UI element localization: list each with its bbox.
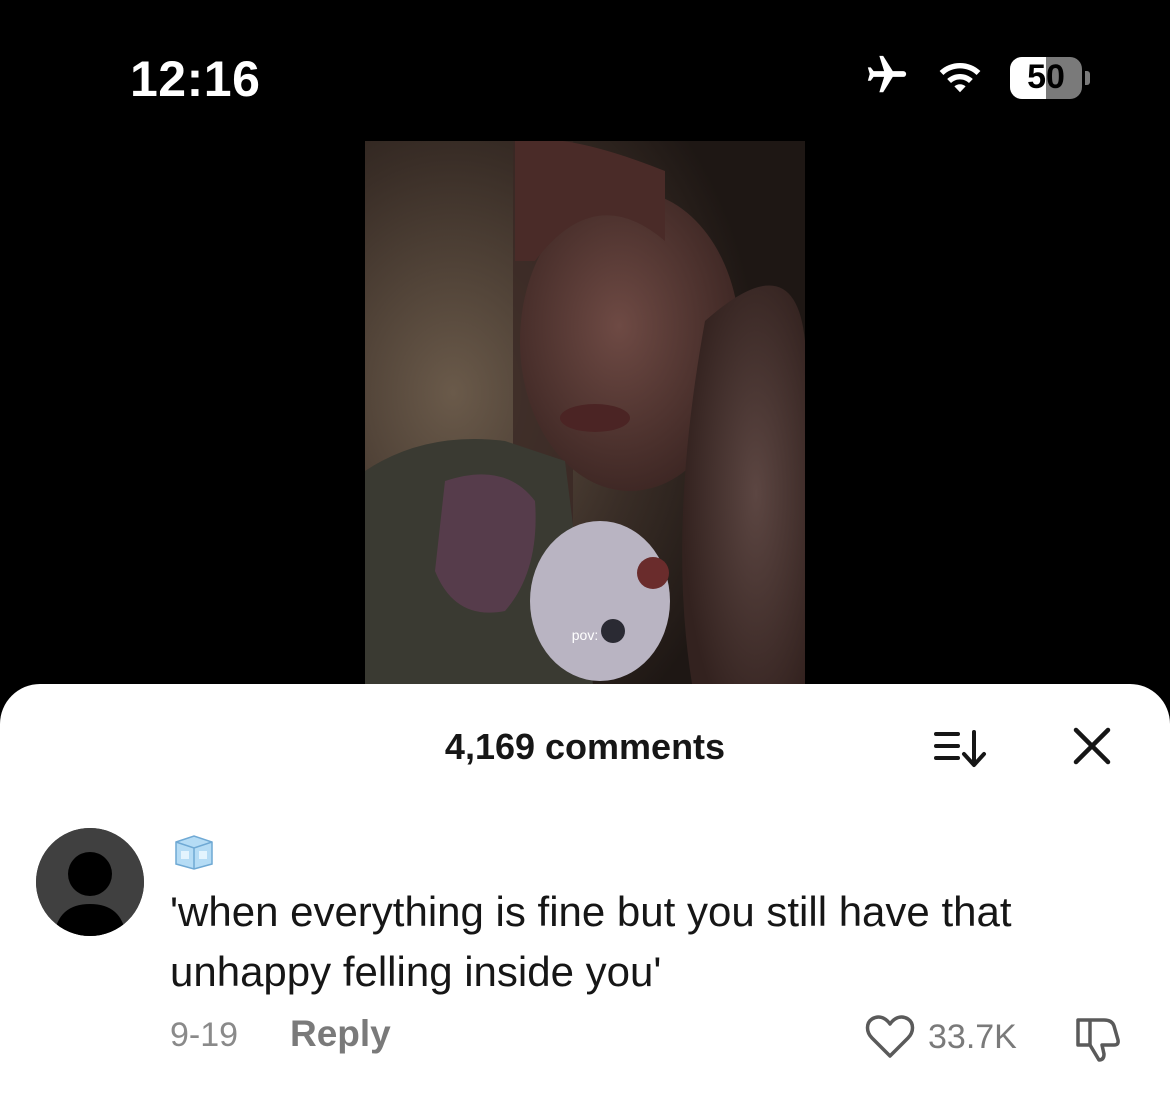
comments-sheet: 4,169 comments 'when everything is fine … bbox=[0, 684, 1170, 1114]
comments-count: 4,169 comments bbox=[444, 726, 726, 767]
status-icons: 50 bbox=[864, 52, 1090, 103]
like-count: 33.7K bbox=[928, 1017, 1017, 1056]
video-caption: pov: bbox=[571, 627, 599, 643]
video-frame bbox=[365, 141, 805, 701]
close-button[interactable] bbox=[1070, 724, 1114, 768]
thumbs-down-icon bbox=[1076, 1018, 1120, 1062]
comment-item: 'when everything is fine but you still h… bbox=[0, 824, 1170, 1084]
avatar[interactable] bbox=[36, 828, 144, 936]
comment-date: 9-19 bbox=[170, 1016, 239, 1054]
reply-button[interactable]: Reply bbox=[290, 1013, 391, 1055]
sort-button[interactable] bbox=[932, 726, 990, 770]
default-avatar-icon bbox=[36, 828, 144, 936]
heart-icon bbox=[865, 1015, 915, 1058]
close-icon bbox=[1073, 727, 1111, 765]
ice-cube-icon[interactable] bbox=[172, 834, 216, 870]
comment-text: 'when everything is fine but you still h… bbox=[170, 888, 1012, 995]
battery-level: 50 bbox=[1027, 58, 1065, 96]
status-bar: 12:16 50 bbox=[0, 0, 1170, 140]
like-button[interactable]: 33.7K bbox=[864, 1014, 1017, 1060]
dislike-button[interactable] bbox=[1072, 1012, 1124, 1064]
battery-icon: 50 bbox=[1010, 56, 1090, 99]
status-time: 12:16 bbox=[130, 51, 261, 107]
airplane-icon bbox=[864, 52, 910, 103]
video-player[interactable]: pov: bbox=[365, 141, 805, 701]
comments-header: 4,169 comments bbox=[0, 684, 1170, 804]
sort-icon bbox=[934, 730, 986, 767]
wifi-icon bbox=[936, 56, 984, 99]
